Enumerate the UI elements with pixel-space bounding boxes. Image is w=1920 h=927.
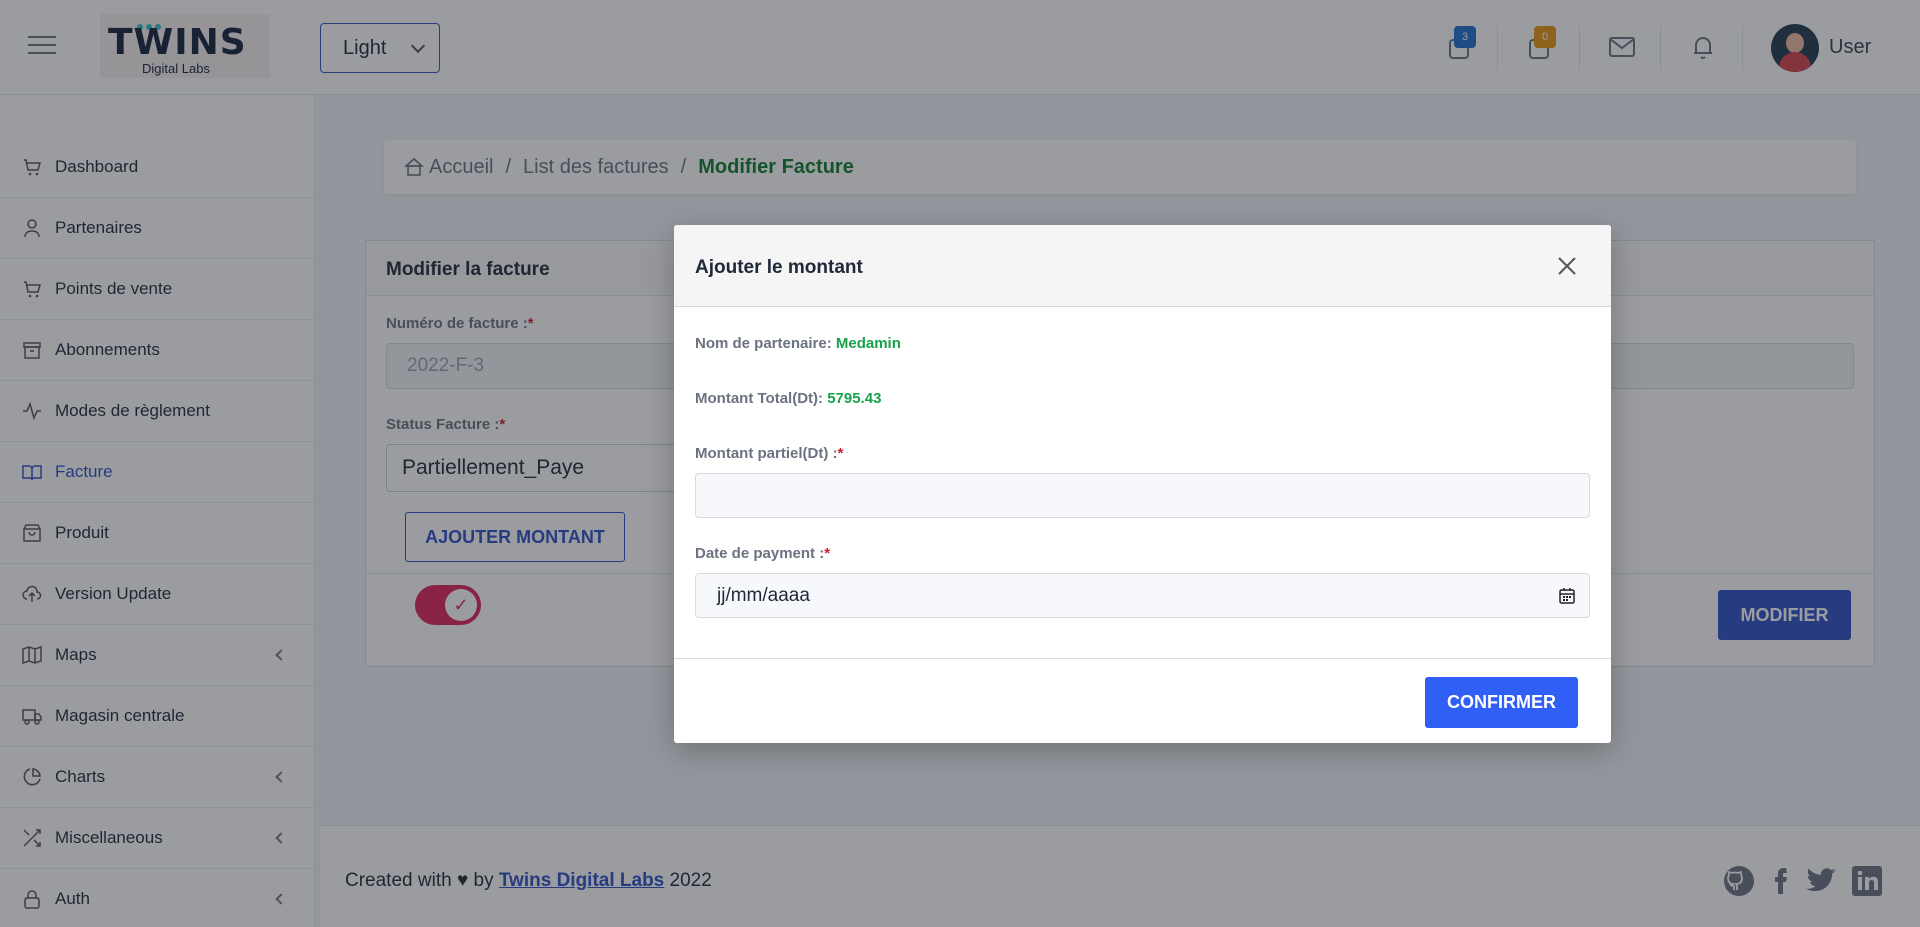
partial-amount-input[interactable] <box>695 473 1590 518</box>
partial-amount-label-text: Montant partiel(Dt) : <box>695 445 838 462</box>
partial-amount-label: Montant partiel(Dt) :* <box>695 445 843 462</box>
confirm-button[interactable]: CONFIRMER <box>1425 677 1578 728</box>
partner-name-line: Nom de partenaire: Medamin <box>695 335 901 352</box>
partner-name-value: Medamin <box>835 335 901 352</box>
close-icon[interactable] <box>1556 255 1578 277</box>
payment-date-placeholder: jj/mm/aaaa <box>717 584 810 606</box>
modal-title: Ajouter le montant <box>695 257 863 278</box>
total-amount-line: Montant Total(Dt): 5795.43 <box>695 390 881 407</box>
payment-date-label: Date de payment :* <box>695 545 830 562</box>
add-amount-modal: Ajouter le montant Nom de partenaire: Me… <box>674 225 1611 743</box>
payment-date-input[interactable]: jj/mm/aaaa <box>695 573 1590 618</box>
required-mark: * <box>824 545 831 562</box>
calendar-icon[interactable] <box>1557 586 1577 606</box>
total-amount-value: 5795.43 <box>827 390 882 407</box>
total-amount-label: Montant Total(Dt): <box>695 390 824 407</box>
partner-name-label: Nom de partenaire: <box>695 335 832 352</box>
required-mark: * <box>837 445 844 462</box>
modal-header: Ajouter le montant <box>674 225 1611 307</box>
payment-date-label-text: Date de payment : <box>695 545 825 562</box>
modal-footer-divider <box>674 658 1611 659</box>
